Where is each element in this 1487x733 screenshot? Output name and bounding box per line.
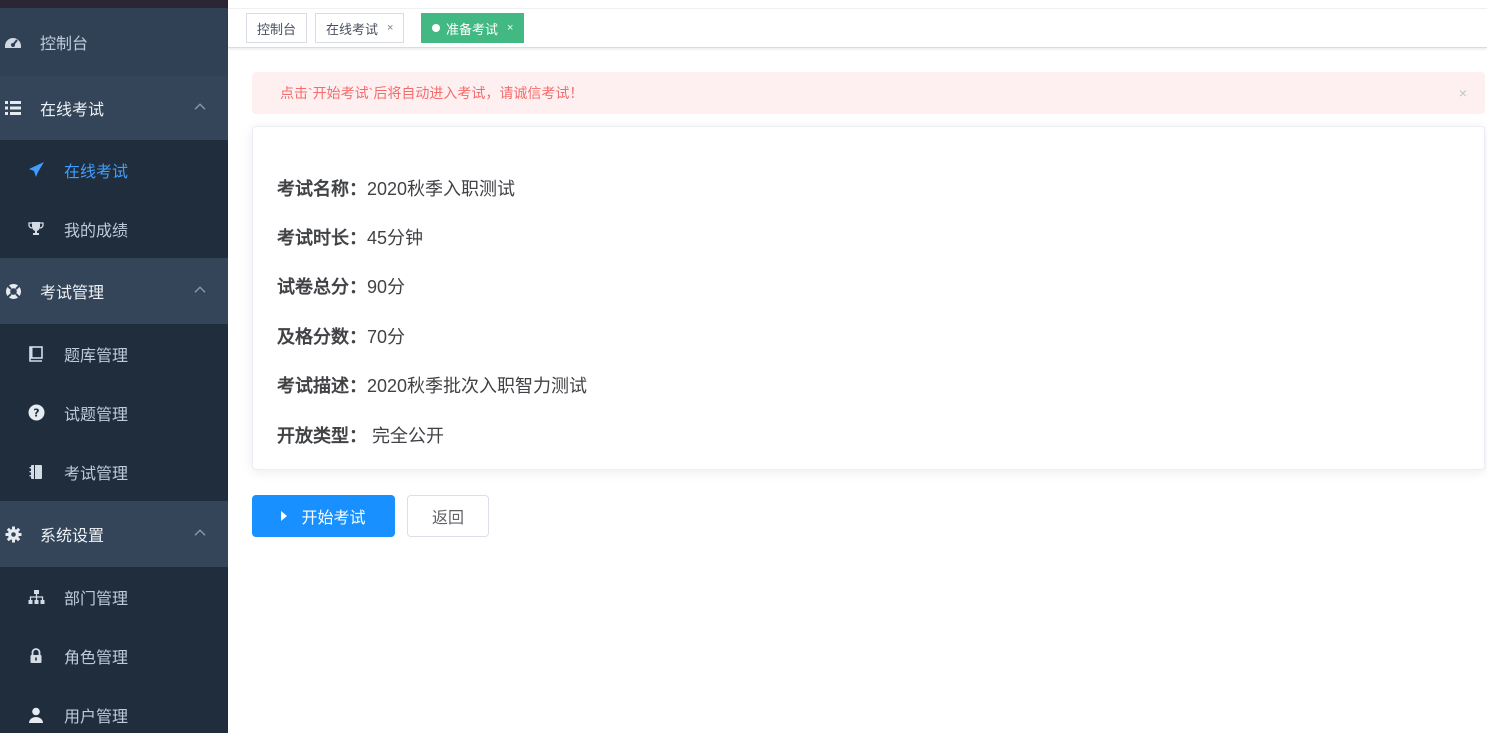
sidebar-item-user-manage[interactable]: 用户管理 [0, 685, 228, 733]
gear-icon [4, 525, 22, 543]
user-icon [27, 706, 45, 724]
sidebar-item-repo-manage[interactable]: 题库管理 [0, 324, 228, 383]
exam-info-card: 考试名称： 2020秋季入职测试 考试时长： 45分钟 试卷总分： 90分 及格… [252, 126, 1485, 470]
back-button[interactable]: 返回 [407, 495, 489, 537]
total-score-row: 试卷总分： 90分 [277, 262, 1460, 311]
start-exam-label: 开始考试 [301, 510, 366, 527]
tag-online-exam[interactable]: 在线考试 × [315, 13, 405, 43]
exam-duration-value: 45分钟 [367, 228, 424, 249]
exam-name-label: 考试名称： [277, 178, 367, 199]
alert-text: 点击`开始考试`后将自动进入考试，请诚信考试！ [280, 85, 584, 101]
tag-label: 控制台 [257, 21, 297, 37]
pass-score-row: 及格分数： 70分 [277, 311, 1460, 360]
submenu-exam-manage: 题库管理 ? 试题管理 考试管理 [0, 324, 228, 501]
sidebar-group-label: 系统设置 [40, 528, 105, 545]
sidebar-item-label: 试题管理 [64, 406, 129, 424]
submenu-online-exam: 在线考试 我的成绩 [0, 140, 228, 258]
sidebar-topbar [0, 0, 228, 8]
book-icon [27, 345, 45, 363]
dashboard-icon [4, 33, 22, 51]
back-label: 返回 [431, 510, 464, 527]
sidebar-group-system-settings[interactable]: 系统设置 [0, 501, 228, 567]
active-dot-icon [432, 24, 440, 32]
sidebar-item-label: 我的成绩 [64, 222, 129, 240]
exam-description-label: 考试描述： [277, 376, 367, 397]
chevron-up-icon [194, 523, 206, 541]
pass-score-value: 70分 [367, 326, 406, 347]
close-icon[interactable]: × [1459, 85, 1467, 101]
sidebar-group-exam-manage[interactable]: 考试管理 [0, 258, 228, 324]
exam-description-row: 考试描述： 2020秋季批次入职智力测试 [277, 361, 1460, 410]
lock-icon [27, 647, 45, 665]
chevron-up-icon [194, 280, 206, 298]
sidebar-item-label: 用户管理 [64, 708, 129, 726]
svg-text:?: ? [33, 407, 39, 420]
chevron-up-icon [194, 97, 206, 115]
pass-score-label: 及格分数： [277, 326, 367, 347]
sidebar-item-dept-manage[interactable]: 部门管理 [0, 567, 228, 626]
exam-notice-alert: 点击`开始考试`后将自动进入考试，请诚信考试！ × [252, 72, 1485, 114]
question-circle-icon: ? [27, 404, 45, 422]
list-icon [4, 99, 22, 117]
tag-prepare-exam[interactable]: 准备考试 × [421, 13, 525, 43]
exam-name-value: 2020秋季入职测试 [367, 178, 516, 199]
sidebar-item-label: 部门管理 [64, 590, 129, 608]
sidebar-item-question-manage[interactable]: ? 试题管理 [0, 383, 228, 442]
trophy-icon [27, 220, 45, 238]
close-icon[interactable]: × [387, 22, 393, 34]
sitemap-icon [27, 588, 45, 606]
tag-label: 准备考试 [446, 21, 499, 37]
submenu-system-settings: 部门管理 角色管理 用户管理 [0, 567, 228, 733]
open-type-row: 开放类型： 完全公开 [277, 410, 1460, 459]
total-score-label: 试卷总分： [277, 277, 367, 298]
tags-view-topline [228, 0, 1487, 9]
sidebar: 控制台 在线考试 在线考试 我的成绩 考试管理 题库管理 ? 试题管理 考试管理… [0, 0, 228, 733]
tag-label: 在线考试 [326, 21, 379, 37]
exam-duration-label: 考试时长： [277, 228, 367, 249]
sidebar-group-label: 在线考试 [40, 102, 105, 119]
sidebar-item-online-exam[interactable]: 在线考试 [0, 140, 228, 199]
total-score-value: 90分 [367, 277, 406, 298]
open-type-value: 完全公开 [367, 425, 445, 446]
tags-view-bar [228, 0, 1487, 48]
sidebar-item-dashboard[interactable]: 控制台 [0, 8, 228, 76]
tag-dashboard[interactable]: 控制台 [246, 13, 308, 43]
sidebar-item-label: 考试管理 [64, 465, 129, 483]
sidebar-group-label: 考试管理 [40, 285, 105, 302]
sidebar-item-my-results[interactable]: 我的成绩 [0, 199, 228, 258]
sidebar-item-exam-manage[interactable]: 考试管理 [0, 442, 228, 501]
sidebar-item-label: 角色管理 [64, 649, 129, 667]
open-type-label: 开放类型： [277, 425, 367, 446]
exam-name-row: 考试名称： 2020秋季入职测试 [277, 163, 1460, 212]
caret-right-icon [281, 511, 288, 521]
sidebar-group-online-exam[interactable]: 在线考试 [0, 76, 228, 140]
sidebar-item-label: 题库管理 [64, 347, 129, 365]
sidebar-item-label: 在线考试 [64, 163, 129, 181]
exam-duration-row: 考试时长： 45分钟 [277, 212, 1460, 261]
exam-description-value: 2020秋季批次入职智力测试 [367, 376, 588, 397]
close-icon[interactable]: × [507, 22, 513, 34]
sidebar-item-role-manage[interactable]: 角色管理 [0, 626, 228, 685]
start-exam-button[interactable]: 开始考试 [252, 495, 395, 537]
sidebar-item-label: 控制台 [40, 36, 89, 53]
life-ring-icon [4, 282, 22, 300]
app-root: 控制台 在线考试 在线考试 我的成绩 考试管理 题库管理 ? 试题管理 考试管理… [0, 0, 1487, 733]
paper-plane-icon [27, 161, 45, 179]
notebook-icon [27, 463, 45, 481]
